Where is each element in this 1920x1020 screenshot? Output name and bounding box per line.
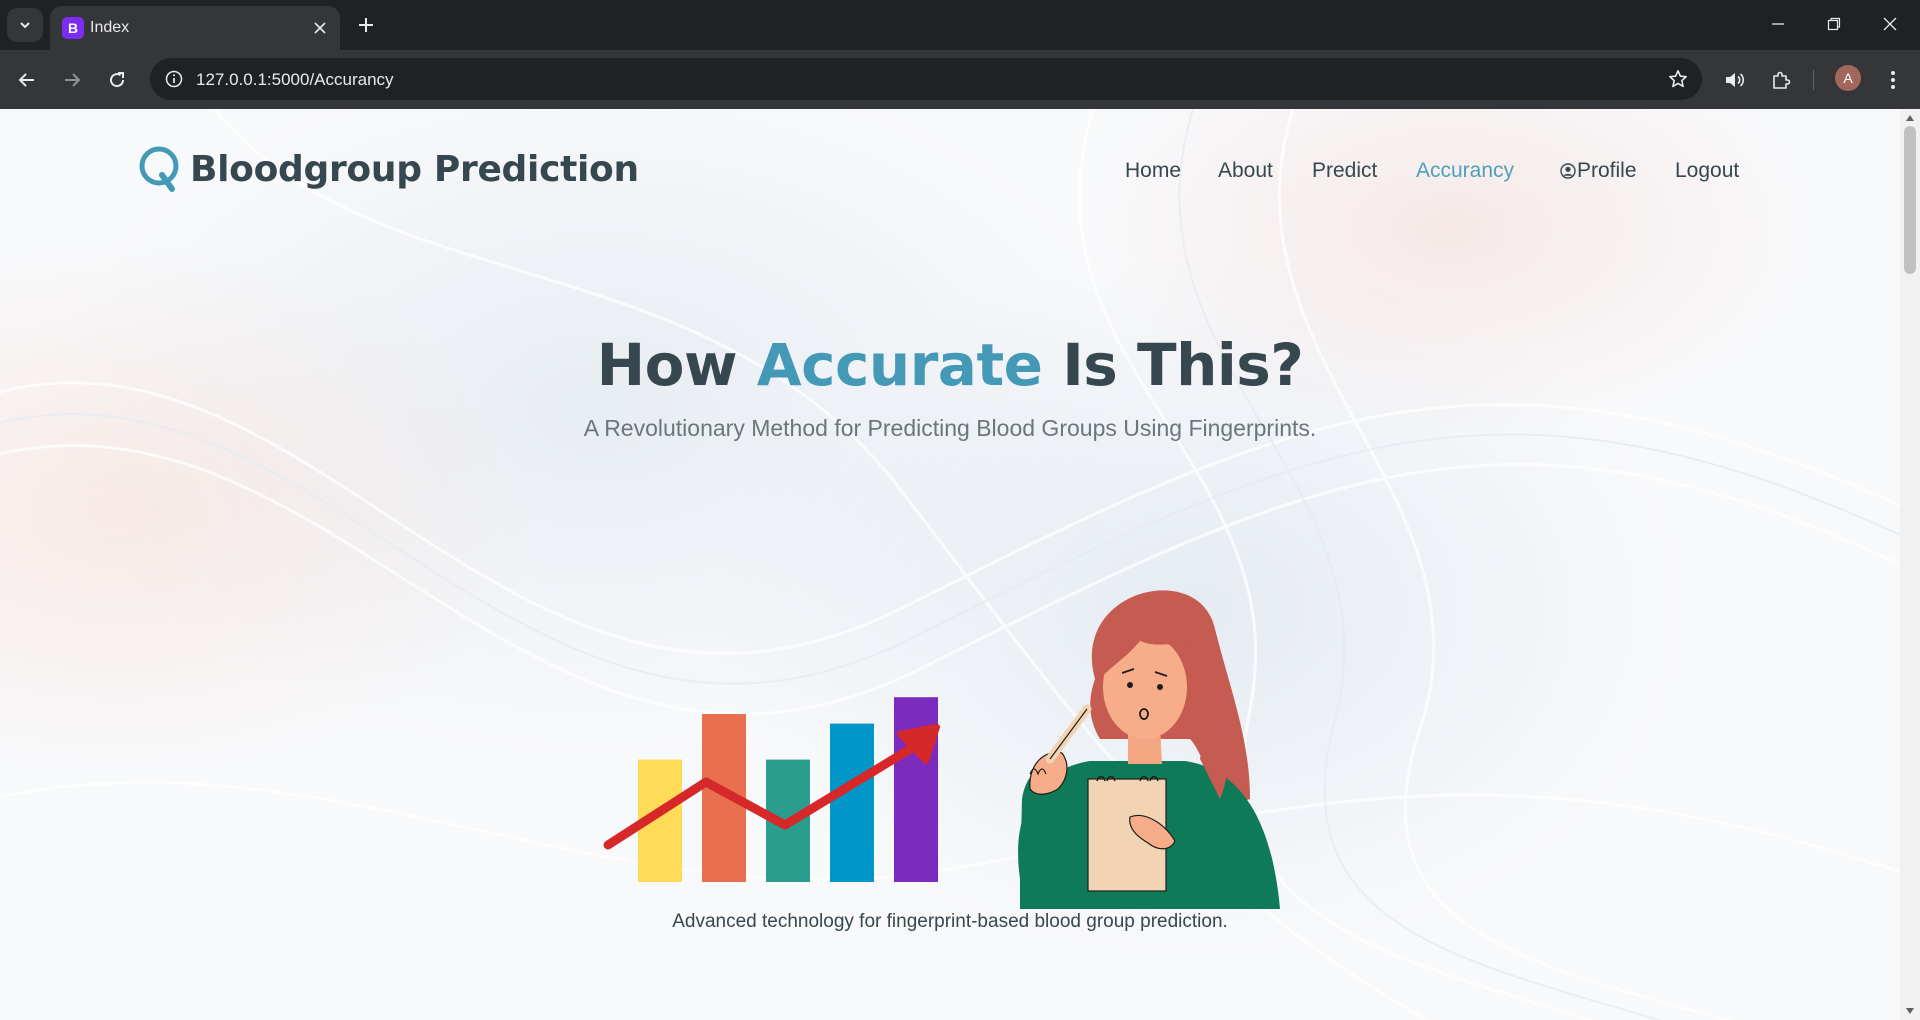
window-close-button[interactable] (1862, 0, 1918, 48)
triangle-down-icon (1906, 1008, 1914, 1014)
media-control-button[interactable] (1717, 62, 1753, 98)
tab-close-button[interactable] (308, 16, 332, 40)
url-text[interactable]: 127.0.0.1:5000/Accurancy (196, 70, 394, 90)
scroll-down-button[interactable] (1904, 1005, 1916, 1017)
hero-title-accent: Accurate (756, 331, 1043, 399)
hero-subtitle: A Revolutionary Method for Predicting Bl… (583, 415, 1317, 441)
illustration-bar-group (638, 697, 938, 882)
site-info-button[interactable] (160, 65, 188, 93)
plus-icon (359, 18, 373, 32)
restore-icon (1827, 17, 1841, 31)
info-icon (165, 70, 183, 88)
nav-predict-link[interactable]: Predict (1312, 159, 1377, 183)
browser-toolbar: 127.0.0.1:5000/Accurancy A (0, 50, 1920, 109)
page-scrollbar[interactable] (1900, 109, 1920, 1020)
nav-profile-label: Profile (1577, 159, 1637, 182)
thinking-woman-figure (1018, 590, 1280, 909)
browser-tabstrip: B Index (0, 0, 1920, 50)
arrow-left-icon (18, 73, 34, 87)
page-viewport: Bloodgroup Prediction Home About Predict… (0, 109, 1900, 1020)
restore-button[interactable] (1806, 0, 1862, 48)
hero-title-part2: Is This? (1042, 331, 1304, 399)
reload-icon (110, 72, 125, 88)
forward-button[interactable] (54, 62, 90, 98)
minimize-icon (1772, 23, 1784, 25)
triangle-up-icon (1906, 115, 1914, 121)
close-icon (1883, 17, 1897, 31)
address-bar[interactable]: 127.0.0.1:5000/Accurancy (150, 58, 1702, 100)
puzzle-icon (1773, 71, 1791, 89)
extensions-button[interactable] (1763, 62, 1799, 98)
bookmark-button[interactable] (1664, 65, 1692, 93)
nav-about-link[interactable]: About (1218, 159, 1273, 183)
star-icon (1669, 70, 1687, 88)
hero-title-part1: How (596, 331, 757, 399)
reload-button[interactable] (99, 62, 135, 98)
profile-avatar[interactable]: A (1835, 65, 1861, 91)
tab-title: Index (90, 19, 130, 36)
illustration-bar (830, 723, 874, 882)
tab-favicon: B (62, 17, 84, 39)
close-icon (314, 22, 326, 34)
browser-menu-button[interactable] (1875, 62, 1911, 98)
speaker-icon (1726, 73, 1745, 87)
browser-tab[interactable]: B Index (50, 6, 340, 50)
scrollbar-thumb[interactable] (1904, 126, 1916, 274)
minimize-button[interactable] (1750, 0, 1806, 48)
nav-accuracy-link[interactable]: Accurancy (1416, 159, 1514, 183)
chevron-down-icon (20, 22, 30, 29)
toolbar-divider (1813, 70, 1814, 90)
brand-logo-link[interactable]: Bloodgroup Prediction (138, 145, 639, 193)
user-circle-icon (1560, 163, 1576, 179)
scroll-up-button[interactable] (1904, 112, 1916, 124)
illustration-bar (894, 697, 938, 882)
new-tab-button[interactable] (350, 9, 382, 41)
back-button[interactable] (9, 62, 45, 98)
nav-logout-link[interactable]: Logout (1675, 159, 1739, 183)
tab-search-button[interactable] (7, 8, 43, 42)
brand-logo-icon (139, 146, 179, 192)
hero-illustration (603, 590, 1280, 909)
nav-home-link[interactable]: Home (1125, 159, 1181, 183)
hero-caption: Advanced technology for fingerprint-base… (672, 911, 1228, 932)
more-vertical-icon (1891, 71, 1895, 89)
arrow-right-icon (65, 73, 81, 87)
hero-title: How Accurate Is This? (0, 331, 1900, 399)
brand-name: Bloodgroup Prediction (190, 148, 639, 190)
nav-profile-link[interactable]: Profile (1560, 159, 1637, 183)
